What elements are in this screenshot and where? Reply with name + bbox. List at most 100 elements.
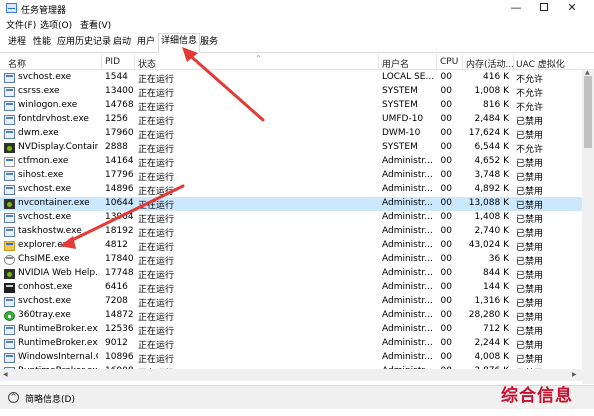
- table-row[interactable]: svchost.exe 13964 正在运行 Administr... 00 1,408 …: [0, 211, 594, 225]
- scroll-up-icon[interactable]: ▲: [585, 69, 590, 76]
- ctfmon-icon: [4, 157, 15, 167]
- table-row[interactable]: fontdrvhost.exe 1256 正在运行 UMFD-10 00 2,484 K 已…: [0, 113, 594, 127]
- process-memory: 4,892 K: [474, 184, 509, 194]
- fewer-details-link[interactable]: 简略信息(D): [25, 392, 75, 405]
- column-header-name[interactable]: 名称: [8, 57, 26, 70]
- vertical-scrollbar[interactable]: ▲: [582, 69, 594, 384]
- process-uac: 已禁用: [516, 173, 544, 183]
- process-name: winlogon.exe: [18, 100, 78, 110]
- process-cpu: 00: [440, 128, 452, 138]
- process-status: 正在运行: [138, 131, 175, 141]
- window-icon: [4, 297, 15, 307]
- window-icon: [4, 115, 15, 125]
- table-row[interactable]: conhost.exe 6416 正在运行 Administr... 00 144 K 已禁…: [0, 281, 594, 295]
- menu-file[interactable]: 文件(F): [6, 18, 36, 31]
- tab-users[interactable]: 用户: [135, 35, 157, 53]
- sort-indicator-icon: ^: [256, 55, 262, 62]
- process-memory: 844 K: [483, 268, 509, 278]
- process-memory: 712 K: [483, 324, 509, 334]
- process-status: 正在运行: [138, 271, 175, 281]
- column-header-user[interactable]: 用户名: [382, 57, 409, 70]
- column-divider[interactable]: [462, 54, 463, 70]
- process-pid: 6416: [105, 282, 128, 292]
- process-name: WindowsInternal.C...: [18, 352, 98, 362]
- column-divider[interactable]: [101, 54, 102, 70]
- table-row[interactable]: explorer.exe 4812 正在运行 Administr... 00 43,024…: [0, 239, 594, 253]
- column-header-uac[interactable]: UAC 虚拟化: [516, 57, 565, 70]
- table-row[interactable]: svchost.exe 1544 正在运行 LOCAL SE... 00 416 K 不允许: [0, 71, 594, 85]
- table-row[interactable]: RuntimeBroker.exe 9012 正在运行 Administr... 00 2…: [0, 337, 594, 351]
- column-header-cpu[interactable]: CPU: [440, 57, 458, 67]
- column-header-status[interactable]: 状态: [138, 57, 156, 70]
- process-cpu: 00: [440, 352, 452, 362]
- menu-view[interactable]: 查看(V): [80, 18, 111, 31]
- table-row[interactable]: winlogon.exe 14768 正在运行 SYSTEM 00 816 K 不允许: [0, 99, 594, 113]
- column-divider[interactable]: [436, 54, 437, 70]
- process-cpu: 00: [440, 100, 452, 110]
- close-button[interactable]: ✕: [559, 0, 585, 16]
- table-row[interactable]: svchost.exe 14896 正在运行 Administr... 00 4,892 …: [0, 183, 594, 197]
- nvidia-icon: [4, 143, 15, 153]
- process-pid: 12536: [105, 324, 134, 334]
- window-icon: [4, 171, 15, 181]
- column-divider[interactable]: [378, 54, 379, 70]
- process-memory: 17,624 K: [468, 128, 509, 138]
- process-table: 名称 ^ PID 状态 用户名 CPU 内存(活动... UAC 虚拟化 svc…: [0, 54, 594, 384]
- chevron-up-icon[interactable]: ^: [8, 392, 19, 403]
- tab-details[interactable]: 详细信息: [158, 33, 201, 53]
- process-pid: 2888: [105, 142, 128, 152]
- process-pid: 10644: [105, 198, 134, 208]
- table-row[interactable]: RuntimeBroker.exe 12536 正在运行 Administr... 00…: [0, 323, 594, 337]
- process-status: 正在运行: [138, 201, 175, 211]
- scroll-right-icon[interactable]: ▶: [572, 371, 577, 378]
- maximize-button[interactable]: [531, 0, 557, 16]
- column-divider[interactable]: [513, 54, 514, 70]
- process-memory: 416 K: [483, 72, 509, 82]
- column-header-pid[interactable]: PID: [105, 57, 120, 67]
- process-status: 正在运行: [138, 173, 175, 183]
- tab-processes[interactable]: 进程: [6, 35, 28, 53]
- table-row[interactable]: 360tray.exe 14872 正在运行 Administr... 00 28,280…: [0, 309, 594, 323]
- process-status: 正在运行: [138, 285, 175, 295]
- process-uac: 已禁用: [516, 355, 544, 365]
- table-row[interactable]: ctfmon.exe 14164 正在运行 Administr... 00 4,652 K…: [0, 155, 594, 169]
- table-row[interactable]: dwm.exe 17960 正在运行 DWM-10 00 17,624 K 已禁用: [0, 127, 594, 141]
- tab-services[interactable]: 服务: [198, 35, 220, 53]
- process-user: Administr...: [382, 212, 433, 222]
- process-user: Administr...: [382, 268, 433, 278]
- column-header-memory[interactable]: 内存(活动...: [466, 57, 514, 70]
- tab-startup[interactable]: 启动: [111, 35, 133, 53]
- column-divider[interactable]: [134, 54, 135, 70]
- table-row[interactable]: ChsIME.exe 17840 正在运行 Administr... 00 36 K 已禁用: [0, 253, 594, 267]
- table-row[interactable]: taskhostw.exe 18192 正在运行 Administr... 00 2,74…: [0, 225, 594, 239]
- process-pid: 1256: [105, 114, 128, 124]
- table-row[interactable]: csrss.exe 13400 正在运行 SYSTEM 00 1,008 K 不允许: [0, 85, 594, 99]
- process-uac: 已禁用: [516, 341, 544, 351]
- process-user: Administr...: [382, 226, 433, 236]
- scroll-left-icon[interactable]: ◀: [3, 371, 8, 378]
- table-row[interactable]: NVIDIA Web Help... 17748 正在运行 Administr... 0…: [0, 267, 594, 281]
- process-status: 正在运行: [138, 89, 175, 99]
- tab-performance[interactable]: 性能: [31, 35, 53, 53]
- table-row[interactable]: svchost.exe 7208 正在运行 Administr... 00 1,316 K…: [0, 295, 594, 309]
- process-cpu: 00: [440, 184, 452, 194]
- process-cpu: 00: [440, 170, 452, 180]
- process-cpu: 00: [440, 254, 452, 264]
- table-row[interactable]: NVDisplay.Contain... 2888 正在运行 SYSTEM 00 6,54…: [0, 141, 594, 155]
- process-user: Administr...: [382, 254, 433, 264]
- process-name: svchost.exe: [18, 296, 72, 306]
- process-memory: 4,652 K: [474, 156, 509, 166]
- process-memory: 144 K: [483, 282, 509, 292]
- process-name: NVIDIA Web Help...: [18, 268, 98, 278]
- minimize-button[interactable]: —: [503, 0, 529, 16]
- scrollbar-thumb[interactable]: [584, 76, 592, 148]
- menu-options[interactable]: 选项(O): [40, 18, 72, 31]
- table-row[interactable]: nvcontainer.exe 10644 正在运行 Administr... 00 13…: [0, 197, 594, 211]
- table-row[interactable]: sihost.exe 17796 正在运行 Administr... 00 3,748 K…: [0, 169, 594, 183]
- tab-app-history[interactable]: 应用历史记录: [55, 35, 113, 53]
- process-uac: 已禁用: [516, 187, 544, 197]
- window-title: 任务管理器: [21, 6, 67, 16]
- window-icon: [4, 325, 15, 335]
- horizontal-scrollbar[interactable]: ◀ ▶: [0, 369, 582, 381]
- table-row[interactable]: WindowsInternal.C... 10896 正在运行 Administr..…: [0, 351, 594, 365]
